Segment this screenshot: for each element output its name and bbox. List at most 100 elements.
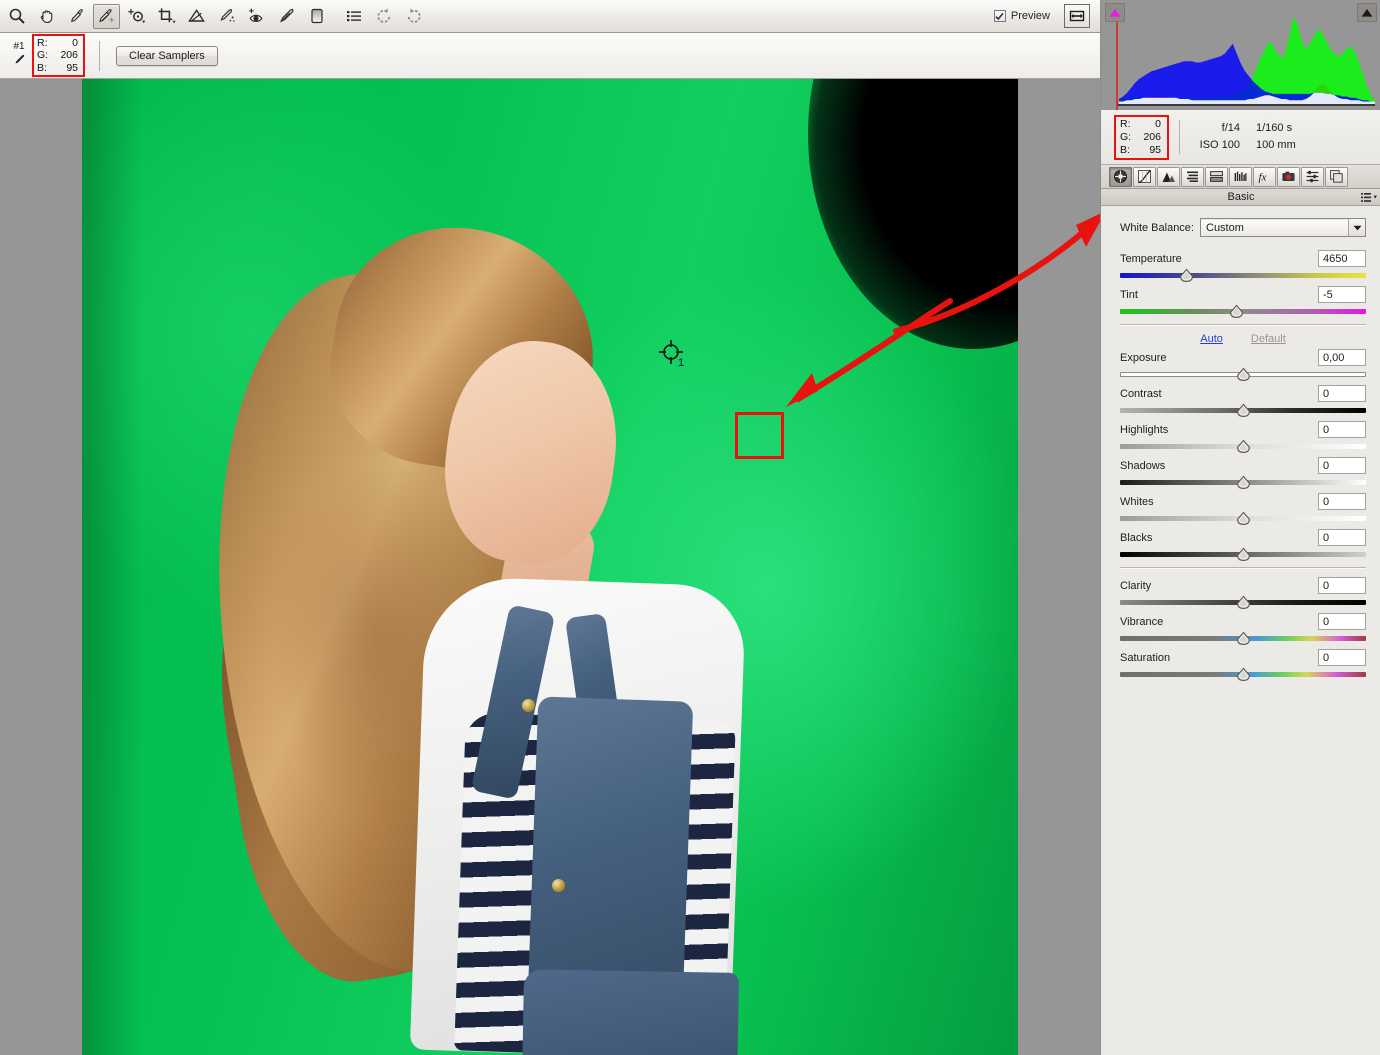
hand-tool[interactable] [33, 4, 60, 29]
slider-handle-contrast[interactable] [1236, 403, 1251, 418]
graduated-filter-tool[interactable] [303, 4, 330, 29]
tab-effects[interactable]: fx [1253, 167, 1276, 187]
slider-value-whites[interactable]: 0 [1318, 493, 1366, 510]
slider-track-whites[interactable] [1120, 516, 1366, 521]
default-link[interactable]: Default [1251, 333, 1286, 345]
slider-handle-temperature[interactable] [1179, 268, 1194, 283]
slider-track-exposure[interactable] [1120, 372, 1366, 377]
tab-snapshots[interactable] [1325, 167, 1348, 187]
panel-title-bar: Basic [1101, 189, 1380, 206]
straighten-tool[interactable] [183, 4, 210, 29]
slider-track-blacks[interactable] [1120, 552, 1366, 557]
slider-value-blacks[interactable]: 0 [1318, 529, 1366, 546]
slider-label-blacks: Blacks [1120, 532, 1318, 544]
slider-head-blacks: Blacks0 [1120, 528, 1366, 547]
slider-handle-saturation[interactable] [1236, 667, 1251, 682]
slider-contrast: Contrast0 [1120, 384, 1366, 413]
tab-basic[interactable] [1109, 167, 1132, 187]
auto-link[interactable]: Auto [1200, 333, 1223, 345]
white-balance-select[interactable]: Custom [1200, 218, 1366, 237]
slider-handle-shadows[interactable] [1236, 475, 1251, 490]
slider-handle-tint[interactable] [1229, 304, 1244, 319]
overall-lower [520, 969, 739, 1055]
histogram-plot [1101, 0, 1380, 110]
zoom-tool[interactable] [3, 4, 30, 29]
rotate-left-tool[interactable] [370, 4, 397, 29]
chevron-down-icon[interactable] [1348, 219, 1365, 236]
preview-checkbox[interactable] [994, 10, 1006, 22]
slider-saturation: Saturation0 [1120, 648, 1366, 677]
rgb-green-value: 206 [54, 49, 78, 62]
basic-panel-body: White Balance: Custom Temperature4650Tin… [1101, 206, 1380, 1055]
slider-label-shadows: Shadows [1120, 460, 1318, 472]
slider-handle-whites[interactable] [1236, 511, 1251, 526]
slider-handle-vibrance[interactable] [1236, 631, 1251, 646]
color-sampler-crosshair-icon[interactable]: 1 [654, 335, 698, 379]
slider-track-tint[interactable] [1120, 309, 1366, 314]
exif-iso: ISO 100 [1186, 137, 1240, 154]
tab-hsl-grayscale[interactable] [1181, 167, 1204, 187]
targeted-adjustment-tool[interactable] [123, 4, 150, 29]
overall-button-left [522, 699, 535, 712]
slider-handle-highlights[interactable] [1236, 439, 1251, 454]
model-subject [222, 229, 782, 1055]
slider-track-temperature[interactable] [1120, 273, 1366, 278]
presets-tool[interactable] [340, 4, 367, 29]
slider-label-temperature: Temperature [1120, 253, 1318, 265]
slider-value-highlights[interactable]: 0 [1318, 421, 1366, 438]
tab-camera-calibration[interactable] [1277, 167, 1300, 187]
tab-detail[interactable] [1157, 167, 1180, 187]
color-sampler-tool[interactable] [93, 4, 120, 29]
slider-handle-exposure[interactable] [1236, 367, 1251, 382]
presence-sliders: Clarity0Vibrance0Saturation0 [1120, 576, 1366, 677]
slider-handle-clarity[interactable] [1236, 595, 1251, 610]
panel-rgb-red-value: 0 [1137, 118, 1161, 131]
slider-value-clarity[interactable]: 0 [1318, 577, 1366, 594]
slider-track-clarity[interactable] [1120, 600, 1366, 605]
spot-removal-tool[interactable] [213, 4, 240, 29]
slider-value-temperature[interactable]: 4650 [1318, 250, 1366, 267]
shadow-clipping-warning-icon[interactable] [1105, 3, 1125, 22]
tab-split-toning[interactable] [1205, 167, 1228, 187]
slider-value-shadows[interactable]: 0 [1318, 457, 1366, 474]
fullscreen-toggle-button[interactable] [1064, 4, 1090, 28]
slider-vibrance: Vibrance0 [1120, 612, 1366, 641]
tab-tone-curve[interactable] [1133, 167, 1156, 187]
slider-value-vibrance[interactable]: 0 [1318, 613, 1366, 630]
white-balance-tool[interactable] [63, 4, 90, 29]
slider-value-saturation[interactable]: 0 [1318, 649, 1366, 666]
slider-handle-blacks[interactable] [1236, 547, 1251, 562]
slider-value-tint[interactable]: -5 [1318, 286, 1366, 303]
preview-image[interactable]: 1 [82, 79, 1018, 1055]
sampler-divider [99, 41, 100, 71]
adjustment-brush-tool[interactable] [273, 4, 300, 29]
slider-head-saturation: Saturation0 [1120, 648, 1366, 667]
image-canvas[interactable]: 1 [0, 79, 1100, 1055]
crop-tool[interactable] [153, 4, 180, 29]
panel-rgb-red-key: R: [1120, 118, 1137, 131]
slider-track-saturation[interactable] [1120, 672, 1366, 677]
slider-track-vibrance[interactable] [1120, 636, 1366, 641]
tab-lens-corrections[interactable] [1229, 167, 1252, 187]
panel-divider-2 [1120, 567, 1366, 568]
svg-text:1: 1 [678, 357, 684, 369]
sampler-index-label: #1 [13, 41, 24, 53]
white-balance-value: Custom [1206, 222, 1244, 234]
exif-focal-length: 100 mm [1240, 137, 1306, 154]
slider-track-contrast[interactable] [1120, 408, 1366, 413]
highlight-clipping-warning-icon[interactable] [1357, 3, 1377, 22]
slider-whites: Whites0 [1120, 492, 1366, 521]
slider-value-contrast[interactable]: 0 [1318, 385, 1366, 402]
clear-samplers-button[interactable]: Clear Samplers [116, 46, 218, 66]
slider-track-highlights[interactable] [1120, 444, 1366, 449]
panel-menu-icon[interactable] [1361, 192, 1377, 203]
rgb-green-key: G: [37, 49, 54, 62]
red-eye-tool[interactable] [243, 4, 270, 29]
color-sampler-options-bar: #1 R: 0 G: 206 B: 95 [0, 33, 1100, 79]
exif-aperture: f/14 [1186, 120, 1240, 137]
rotate-right-tool[interactable] [400, 4, 427, 29]
histogram[interactable] [1101, 0, 1380, 110]
slider-value-exposure[interactable]: 0,00 [1318, 349, 1366, 366]
tab-presets[interactable] [1301, 167, 1324, 187]
slider-track-shadows[interactable] [1120, 480, 1366, 485]
